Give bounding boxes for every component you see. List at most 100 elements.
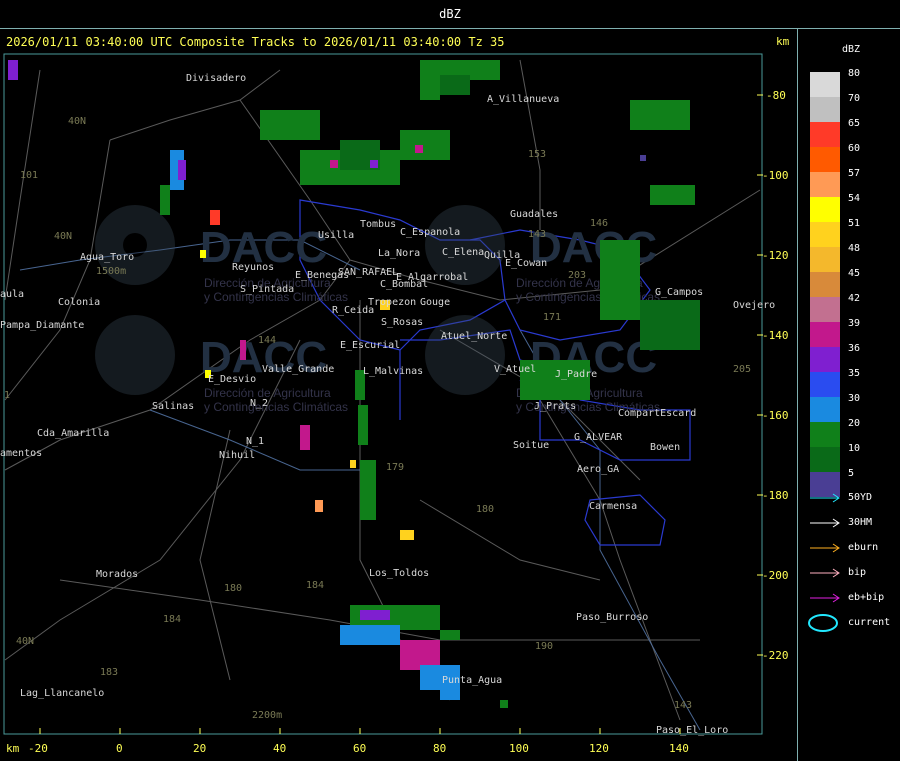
road-number: 143 (528, 229, 547, 240)
legend-value: 5 (848, 468, 855, 479)
svg-text:y Contingencias Climáticas: y Contingencias Climáticas (204, 400, 348, 414)
legend-value: 60 (848, 143, 861, 154)
place-label: J_Prats (534, 401, 577, 412)
track-symbol (810, 543, 840, 553)
place-label: Bowen (650, 442, 681, 453)
track-symbol (808, 614, 838, 632)
place-label: E_Desvio (208, 374, 257, 385)
legend-value: 48 (848, 243, 861, 254)
place-label: R_Ceida (332, 305, 375, 316)
place-label: Agua_Toro (80, 252, 135, 263)
road-number: 180 (224, 583, 243, 594)
legend-value: 39 (848, 318, 861, 329)
y-tick: -200 (762, 569, 789, 582)
legend-color-box (810, 247, 840, 272)
place-label: amentos (0, 448, 43, 459)
y-tick: -120 (762, 249, 789, 262)
legend-value: 36 (848, 343, 861, 354)
track-label: 50YD (848, 492, 873, 503)
place-label: Los_Toldos (369, 568, 430, 579)
legend-color-box (810, 297, 840, 322)
place-label: Divisadero (186, 73, 247, 84)
legend-color-box (810, 397, 840, 422)
place-label: Usilla (318, 230, 355, 241)
place-label: Gouge (420, 297, 451, 308)
place-label: Punta_Agua (442, 675, 503, 686)
legend-color-box (810, 172, 840, 197)
road-number: 190 (535, 641, 554, 652)
place-label: Atuel_Norte (441, 331, 508, 342)
road-number: 1 (4, 390, 11, 401)
y-tick: -140 (762, 329, 789, 342)
legend-title: dBZ (842, 44, 861, 55)
legend-color-box (810, 347, 840, 372)
road-number: 40N (54, 231, 73, 242)
x-tick: 0 (116, 742, 123, 755)
place-label: N_1 (246, 436, 265, 447)
place-label: aula (0, 289, 25, 300)
place-label: Lag_Llancanelo (20, 688, 105, 699)
place-label: CompartEscard (618, 408, 697, 419)
y-tick: -80 (766, 89, 786, 102)
x-tick: 60 (353, 742, 367, 755)
place-label: Ovejero (733, 300, 776, 311)
legend-value: 54 (848, 193, 861, 204)
road-number: 180 (476, 504, 495, 515)
track-symbol (810, 568, 840, 578)
legend-value: 70 (848, 93, 861, 104)
place-label: A_Villanueva (487, 94, 560, 105)
road-number: 203 (568, 270, 587, 281)
track-symbol (810, 518, 840, 528)
elevation-label: 1500m (96, 266, 127, 277)
track-label: 30HM (848, 517, 873, 528)
place-label: C_Elena (442, 247, 485, 258)
place-label: Aero_GA (577, 464, 620, 475)
place-label: Colonia (58, 297, 101, 308)
legend-color-box (810, 197, 840, 222)
place-label: Reyunos (232, 262, 275, 273)
legend-color-box (810, 322, 840, 347)
place-label: C_Espanola (400, 227, 461, 238)
legend-value: 10 (848, 443, 861, 454)
road-number: 146 (590, 218, 609, 229)
legend-color-box (810, 422, 840, 447)
y-tick: -100 (762, 169, 789, 182)
legend-value: 35 (848, 368, 861, 379)
road-number: 101 (20, 170, 39, 181)
legend-color-box (810, 97, 840, 122)
place-label: Valle_Grande (262, 364, 335, 375)
x-tick: 120 (589, 742, 609, 755)
place-label: Tropezon (368, 297, 417, 308)
x-tick: 20 (193, 742, 207, 755)
road-number: 184 (306, 580, 325, 591)
place-label: G_Campos (655, 287, 704, 298)
place-label: SAN_RAFAEL (338, 267, 399, 278)
legend-value: 65 (848, 118, 861, 129)
place-label: V_Atuel (494, 364, 537, 375)
x-tick: 40 (273, 742, 287, 755)
place-label: Cda_Amarilla (37, 428, 110, 439)
road-number: 143 (674, 700, 693, 711)
road-number: 40N (68, 116, 87, 127)
legend-color-box (810, 447, 840, 472)
legend-value: 51 (848, 218, 861, 229)
x-tick: 140 (669, 742, 689, 755)
legend-value: 30 (848, 393, 861, 404)
place-label: Morados (96, 569, 139, 580)
y-tick: -220 (762, 649, 789, 662)
legend-value: 57 (848, 168, 861, 179)
place-label: G_ALVEAR (574, 432, 623, 443)
y-tick: -180 (762, 489, 789, 502)
place-label: Carmensa (589, 501, 638, 512)
radar-map: DACC DACC DACC DACC Dirección de Agricul… (3, 53, 763, 735)
legend-color-box (810, 72, 840, 97)
place-label: E_Escurial (340, 340, 401, 351)
place-label: Pampa_Diamante (0, 320, 85, 331)
legend-value: 80 (848, 68, 861, 79)
place-label: Nihuil (219, 450, 256, 461)
legend-value: 20 (848, 418, 861, 429)
place-label: Paso_Burroso (576, 612, 649, 623)
legend-value: 42 (848, 293, 861, 304)
place-label: J_Padre (555, 369, 598, 380)
legend-color-box (810, 272, 840, 297)
